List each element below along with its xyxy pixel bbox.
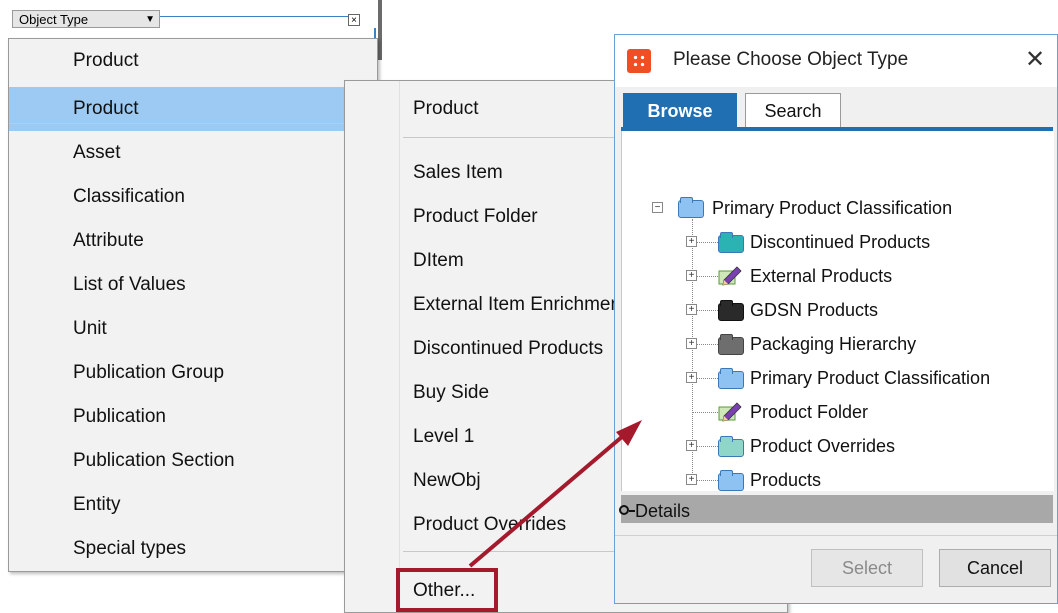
tree-node-label[interactable]: Primary Product Classification <box>712 193 952 223</box>
tree-node-label[interactable]: Discontinued Products <box>750 227 930 257</box>
object-type-tree: − Primary Product Classification + Disconti… <box>621 131 1054 491</box>
menu-item-label: Entity <box>73 494 121 515</box>
menu-item-product[interactable]: Product› <box>9 87 377 131</box>
menu-item-publication[interactable]: Publication› <box>9 395 377 439</box>
menu-item-asset[interactable]: Asset› <box>9 131 377 175</box>
object-type-menu: ProductProduct›Asset›Classification›Attr… <box>8 38 378 572</box>
folder-icon <box>718 232 744 253</box>
select-button[interactable]: Select <box>811 549 923 587</box>
tab-browse[interactable]: Browse <box>623 93 737 127</box>
tree-node-label[interactable]: Primary Product Classification <box>750 363 990 393</box>
menu-item-attribute[interactable]: Attribute <box>9 219 377 263</box>
menu-item-label: Publication Group <box>73 362 225 383</box>
expand-icon[interactable]: + <box>686 372 697 383</box>
menu-item-special-types[interactable]: Special types› <box>9 527 377 571</box>
menu-item-publication-section[interactable]: Publication Section› <box>9 439 377 483</box>
collapse-icon[interactable]: − <box>652 202 663 213</box>
cancel-button[interactable]: Cancel <box>939 549 1051 587</box>
menu-item-label: Special types <box>73 538 187 559</box>
pencil-icon <box>718 266 742 286</box>
tree-node-label[interactable]: Packaging Hierarchy <box>750 329 916 359</box>
expand-icon[interactable]: + <box>686 304 697 315</box>
menu-item-label: Product <box>73 50 139 71</box>
folder-icon <box>678 197 704 218</box>
pencil-icon <box>718 402 742 422</box>
menu-item-publication-group[interactable]: Publication Group› <box>9 351 377 395</box>
clear-filter-icon[interactable]: × <box>348 14 360 26</box>
folder-icon <box>718 334 744 355</box>
menu-item-label: Product <box>73 98 139 119</box>
expand-icon[interactable]: + <box>686 474 697 485</box>
menu-item-label: Publication <box>73 406 166 427</box>
tree-node-label[interactable]: External Products <box>750 261 892 291</box>
chevron-down-icon: ▼ <box>145 14 155 25</box>
folder-icon <box>718 470 744 491</box>
tree-node-label[interactable]: Products <box>750 465 821 495</box>
menu-item-classification[interactable]: Classification› <box>9 175 377 219</box>
details-label: Details <box>635 501 691 521</box>
menu-item-unit[interactable]: Unit <box>9 307 377 351</box>
tree-connector <box>692 412 720 413</box>
menu-item-label: Unit <box>73 318 107 339</box>
filter-bar: Object Type ▼ × <box>0 0 388 32</box>
menu-separator <box>9 123 377 124</box>
app-logo-icon <box>627 49 651 73</box>
folder-icon <box>718 436 744 457</box>
tree-node-label[interactable]: GDSN Products <box>750 295 878 325</box>
dialog-divider <box>615 535 1057 536</box>
panel-divider[interactable] <box>378 0 382 60</box>
expand-icon[interactable]: + <box>686 338 697 349</box>
other-highlight-box <box>396 568 498 612</box>
tree-node-label[interactable]: Product Folder <box>750 397 868 427</box>
menu-item-product[interactable]: Product <box>9 39 377 83</box>
choose-object-type-dialog: Please Choose Object Type ✕ Browse Searc… <box>614 34 1058 604</box>
tree-node-label[interactable]: Product Overrides <box>750 431 895 461</box>
expand-icon[interactable]: + <box>686 440 697 451</box>
menu-item-label: Classification <box>73 186 185 207</box>
menu-item-label: Asset <box>73 142 121 163</box>
tab-search[interactable]: Search <box>745 93 841 129</box>
details-toggle-icon[interactable] <box>619 505 629 515</box>
filter-input-line[interactable] <box>160 16 352 17</box>
object-type-dropdown[interactable]: Object Type ▼ <box>12 10 160 28</box>
dialog-title: Please Choose Object Type <box>673 49 909 70</box>
folder-icon <box>718 368 744 389</box>
menu-item-label: List of Values <box>73 274 186 295</box>
menu-item-label: Attribute <box>73 230 144 251</box>
close-icon[interactable]: ✕ <box>1025 45 1045 74</box>
expand-icon[interactable]: + <box>686 270 697 281</box>
menu-item-list-of-values[interactable]: List of Values <box>9 263 377 307</box>
object-type-label: Object Type <box>19 12 89 27</box>
menu-item-label: Publication Section <box>73 450 235 471</box>
expand-icon[interactable]: + <box>686 236 697 247</box>
menu-item-entity[interactable]: Entity› <box>9 483 377 527</box>
folder-icon <box>718 300 744 321</box>
